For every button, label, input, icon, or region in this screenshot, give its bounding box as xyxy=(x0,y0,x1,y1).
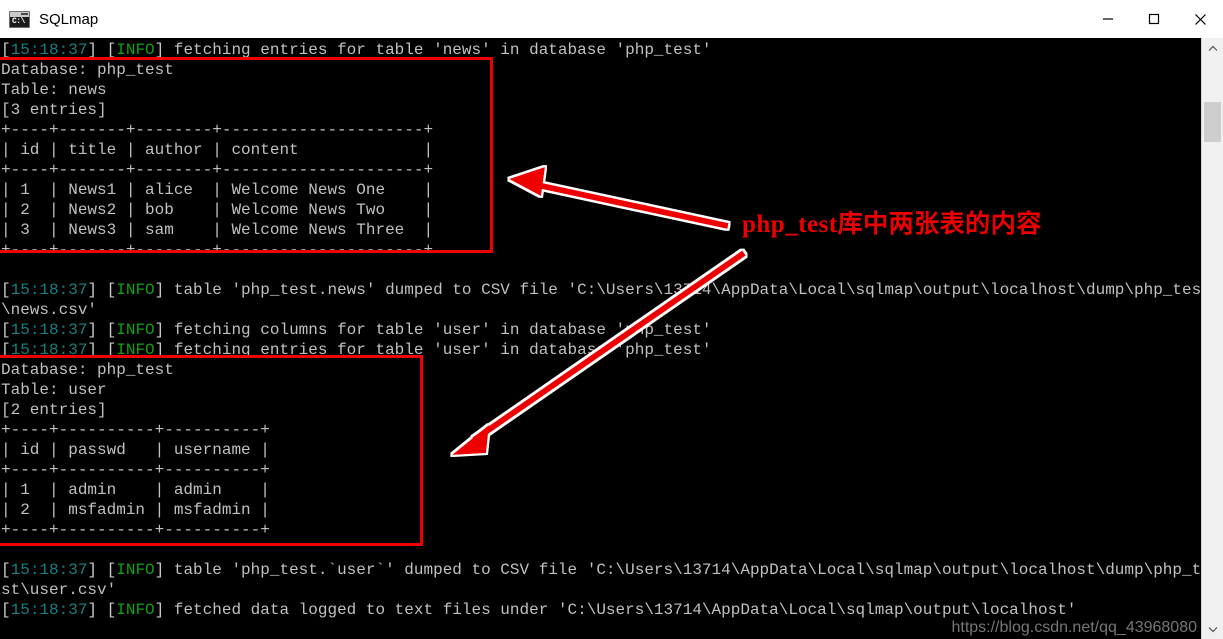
scrollbar-up-button[interactable] xyxy=(1202,38,1223,58)
scrollbar-thumb[interactable] xyxy=(1204,102,1221,142)
maximize-icon xyxy=(1148,13,1160,25)
console-text: [15:18:37] [INFO] fetching entries for t… xyxy=(1,41,1211,619)
minimize-icon xyxy=(1103,18,1113,20)
titlebar-left-group: C:\ SQLmap xyxy=(0,0,1085,38)
window-titlebar[interactable]: C:\ SQLmap xyxy=(0,0,1223,39)
scrollbar-down-button[interactable] xyxy=(1202,619,1223,639)
console-scrollbar[interactable] xyxy=(1201,38,1223,639)
console-output-area[interactable]: [15:18:37] [INFO] fetching entries for t… xyxy=(0,38,1223,639)
cmd-console-icon: C:\ xyxy=(9,10,30,28)
window-title: SQLmap xyxy=(39,10,99,28)
close-button[interactable] xyxy=(1177,0,1223,38)
window-controls xyxy=(1085,0,1223,38)
minimize-button[interactable] xyxy=(1085,0,1131,38)
cmd-icon-prompt: C:\ xyxy=(12,16,25,26)
sqlmap-console-window: C:\ SQLmap [15:18:37] [INFO] fetching en… xyxy=(0,0,1223,639)
close-icon xyxy=(1194,13,1206,25)
maximize-button[interactable] xyxy=(1131,0,1177,38)
chevron-up-icon xyxy=(1208,45,1217,51)
chevron-down-icon xyxy=(1208,626,1217,632)
